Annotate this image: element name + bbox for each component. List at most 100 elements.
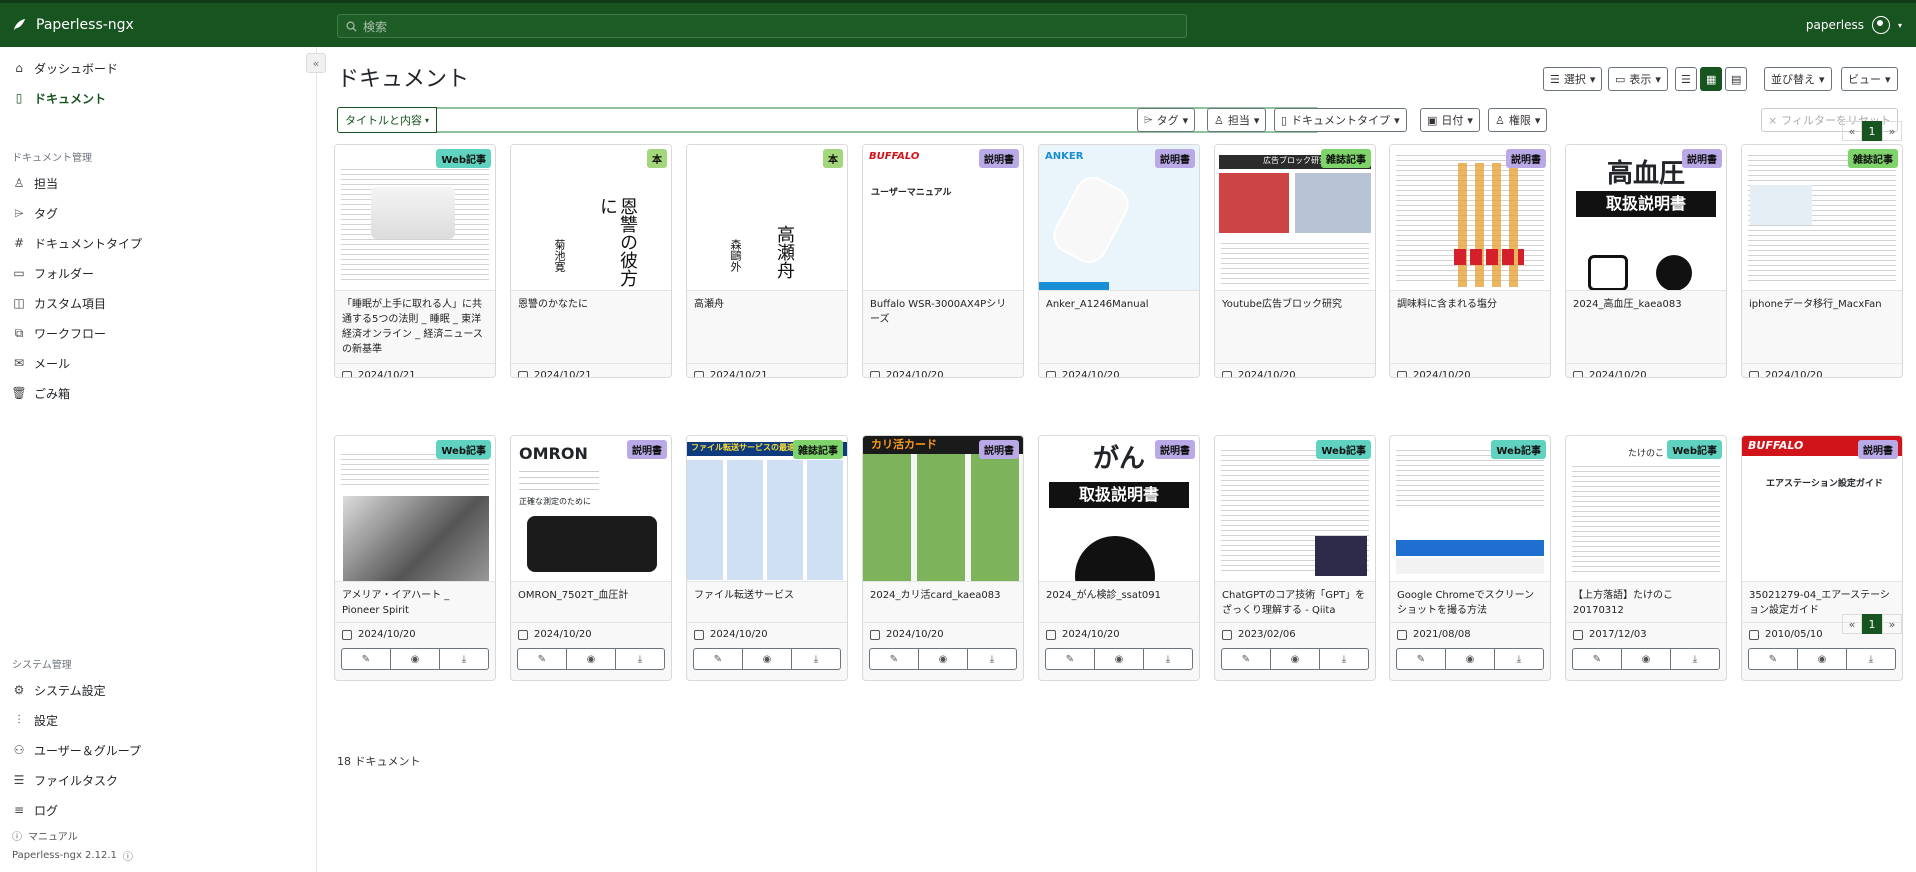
app-brand[interactable]: Paperless-ngx (0, 17, 330, 33)
edit-button[interactable]: ✎ (1573, 649, 1622, 669)
tag-badge[interactable]: 説明書 (627, 440, 667, 459)
edit-button[interactable]: ✎ (1046, 649, 1095, 669)
tag-badge[interactable]: Web記事 (1491, 440, 1546, 459)
tag-badge[interactable]: Web記事 (436, 440, 491, 459)
download-button[interactable]: ⤓ (616, 649, 664, 669)
tag-badge[interactable]: 本 (823, 149, 843, 168)
download-button[interactable]: ⤓ (792, 649, 840, 669)
download-button[interactable]: ⤓ (1671, 649, 1719, 669)
document-card[interactable]: Web記事 Google Chromeでスクリーンショットを撮る方法 2021/… (1389, 435, 1551, 681)
document-thumbnail[interactable]: カリ活カード 説明書 (863, 436, 1023, 582)
document-card[interactable]: たけのこ Web記事 【上方落語】たけのこ 20170312 2017/12/0… (1565, 435, 1727, 681)
download-button[interactable]: ⤓ (440, 649, 488, 669)
sidebar-item-logs[interactable]: ≡ ログ (0, 795, 317, 825)
display-dropdown-button[interactable]: ▭ 表示 ▾ (1608, 67, 1668, 91)
tag-badge[interactable]: 説明書 (1506, 149, 1546, 168)
document-thumbnail[interactable]: BUFFALO エアステーション設定ガイド 説明書 (1742, 436, 1902, 582)
edit-button[interactable]: ✎ (694, 649, 743, 669)
document-card[interactable]: BUFFALO ユーザーマニュアル 説明書 Buffalo WSR-3000AX4… (862, 144, 1024, 378)
tag-badge[interactable]: 本 (647, 149, 667, 168)
document-card[interactable]: ANKER 説明書 Anker_A1246Manual 2024/10/20 ✎… (1038, 144, 1200, 378)
document-card[interactable]: 高血圧 取扱説明書 説明書 2024_高血圧_kaea083 2024/10/20… (1565, 144, 1727, 378)
filter-tags-button[interactable]: ⌲ タグ ▾ (1137, 108, 1196, 132)
tag-badge[interactable]: 説明書 (979, 149, 1019, 168)
document-card[interactable]: がん 取扱説明書 説明書 2024_がん検診_ssat091 2024/10/20… (1038, 435, 1200, 681)
document-thumbnail[interactable]: 高血圧 取扱説明書 説明書 (1566, 145, 1726, 291)
document-card[interactable]: 説明書 調味料に含まれる塩分 2024/10/20 ✎ ◉ ⤓ (1389, 144, 1551, 378)
preview-button[interactable]: ◉ (919, 649, 968, 669)
tag-badge[interactable]: 説明書 (979, 440, 1019, 459)
preview-button[interactable]: ◉ (743, 649, 792, 669)
filter-date-button[interactable]: ▣ 日付 ▾ (1420, 108, 1480, 132)
document-thumbnail[interactable]: 説明書 (1390, 145, 1550, 291)
view-small-cards-button[interactable]: ▦ (1700, 67, 1723, 91)
page-next-button[interactable]: » (1882, 121, 1902, 141)
sidebar-item-document-types[interactable]: # ドキュメントタイプ (0, 228, 316, 258)
document-thumbnail[interactable]: Web記事 (335, 436, 495, 582)
preview-button[interactable]: ◉ (391, 649, 440, 669)
document-card[interactable]: 広告ブロック研究 雑誌記事 Youtube広告ブロック研究 2024/10/20… (1214, 144, 1376, 378)
download-button[interactable]: ⤓ (1144, 649, 1192, 669)
document-thumbnail[interactable]: OMRON 正確な測定のために 説明書 (511, 436, 671, 582)
sidebar-item-dashboard[interactable]: ⌂ ダッシュボード (0, 53, 316, 83)
tag-badge[interactable]: 説明書 (1155, 440, 1195, 459)
tag-badge[interactable]: Web記事 (436, 149, 491, 168)
preview-button[interactable]: ◉ (1095, 649, 1144, 669)
sidebar-item-workflows[interactable]: ⧉ ワークフロー (0, 318, 316, 348)
document-card[interactable]: 雑誌記事 iphoneデータ移行_MacxFan 2024/10/20 ✎ ◉ … (1741, 144, 1903, 378)
tag-badge[interactable]: 雑誌記事 (793, 440, 843, 459)
view-large-cards-button[interactable]: ▤ (1725, 67, 1748, 91)
filter-correspondent-button[interactable]: ♙ 担当 ▾ (1207, 108, 1267, 132)
title-content-dropdown[interactable]: タイトルと内容 ▾ (337, 107, 438, 133)
sidebar-item-documents[interactable]: ▯ ドキュメント (0, 83, 316, 113)
document-card[interactable]: ファイル転送サービスの最速解 雑誌記事 ファイル転送サービス 2024/10/2… (686, 435, 848, 681)
document-thumbnail[interactable]: がん 取扱説明書 説明書 (1039, 436, 1199, 582)
sidebar-item-users-groups[interactable]: ⚇ ユーザー＆グループ (0, 735, 317, 765)
document-thumbnail[interactable]: 雑誌記事 (1742, 145, 1902, 291)
document-thumbnail[interactable]: Web記事 (1215, 436, 1375, 582)
sidebar-item-storage-paths[interactable]: ▭ フォルダー (0, 258, 316, 288)
download-button[interactable]: ⤓ (1847, 649, 1895, 669)
document-card[interactable]: 恩讐の彼方に菊池寛 本 恩讐のかなたに 2024/10/21 ✎ ◉ ⤓ (510, 144, 672, 378)
preview-button[interactable]: ◉ (1271, 649, 1320, 669)
select-dropdown-button[interactable]: ☰ 選択 ▾ (1543, 67, 1603, 91)
document-card[interactable]: Web記事 ChatGPTのコア技術「GPT」をざっくり理解する - Qiita… (1214, 435, 1376, 681)
document-thumbnail[interactable]: 高瀬舟 森鷗外 本 (687, 145, 847, 291)
document-card[interactable]: Web記事 アメリア・イアハート _ Pioneer Spirit 2024/1… (334, 435, 496, 681)
document-thumbnail[interactable]: たけのこ Web記事 (1566, 436, 1726, 582)
document-thumbnail[interactable]: ファイル転送サービスの最速解 雑誌記事 (687, 436, 847, 582)
sort-dropdown-button[interactable]: 並び替え ▾ (1764, 67, 1832, 91)
tag-badge[interactable]: 説明書 (1155, 149, 1195, 168)
sidebar-item-file-tasks[interactable]: ☰ ファイルタスク (0, 765, 317, 795)
page-prev-button[interactable]: « (1842, 121, 1862, 141)
download-button[interactable]: ⤓ (1495, 649, 1543, 669)
download-button[interactable]: ⤓ (968, 649, 1016, 669)
document-card[interactable]: BUFFALO エアステーション設定ガイド 説明書 35021279-04_エアー… (1741, 435, 1903, 681)
download-button[interactable]: ⤓ (1320, 649, 1368, 669)
views-dropdown-button[interactable]: ビュー ▾ (1841, 67, 1898, 91)
page-number-button[interactable]: 1 (1862, 121, 1882, 141)
page-prev-button[interactable]: « (1842, 614, 1862, 634)
preview-button[interactable]: ◉ (567, 649, 616, 669)
preview-button[interactable]: ◉ (1446, 649, 1495, 669)
sidebar-item-correspondents[interactable]: ♙ 担当 (0, 168, 316, 198)
tag-badge[interactable]: 説明書 (1858, 440, 1898, 459)
sidebar-item-settings[interactable]: ⫶ 設定 (0, 705, 317, 735)
sidebar-item-tags[interactable]: ⌲ タグ (0, 198, 316, 228)
sidebar-item-custom-fields[interactable]: ◫ カスタム項目 (0, 288, 316, 318)
filter-doctype-button[interactable]: ▯ ドキュメントタイプ ▾ (1274, 108, 1407, 132)
tag-badge[interactable]: 雑誌記事 (1848, 149, 1898, 168)
tag-badge[interactable]: 説明書 (1682, 149, 1722, 168)
edit-button[interactable]: ✎ (342, 649, 391, 669)
sidebar-item-mail[interactable]: ✉ メール (0, 348, 316, 378)
preview-button[interactable]: ◉ (1622, 649, 1671, 669)
info-circle-icon[interactable]: ⓘ (123, 848, 133, 863)
document-thumbnail[interactable]: Web記事 (335, 145, 495, 291)
document-card[interactable]: カリ活カード 説明書 2024_カリ活card_kaea083 2024/10/… (862, 435, 1024, 681)
manual-link[interactable]: ⓘ マニュアル (12, 825, 133, 845)
edit-button[interactable]: ✎ (1397, 649, 1446, 669)
document-thumbnail[interactable]: Web記事 (1390, 436, 1550, 582)
page-number-button[interactable]: 1 (1862, 614, 1882, 634)
tag-badge[interactable]: 雑誌記事 (1321, 149, 1371, 168)
edit-button[interactable]: ✎ (1749, 649, 1798, 669)
